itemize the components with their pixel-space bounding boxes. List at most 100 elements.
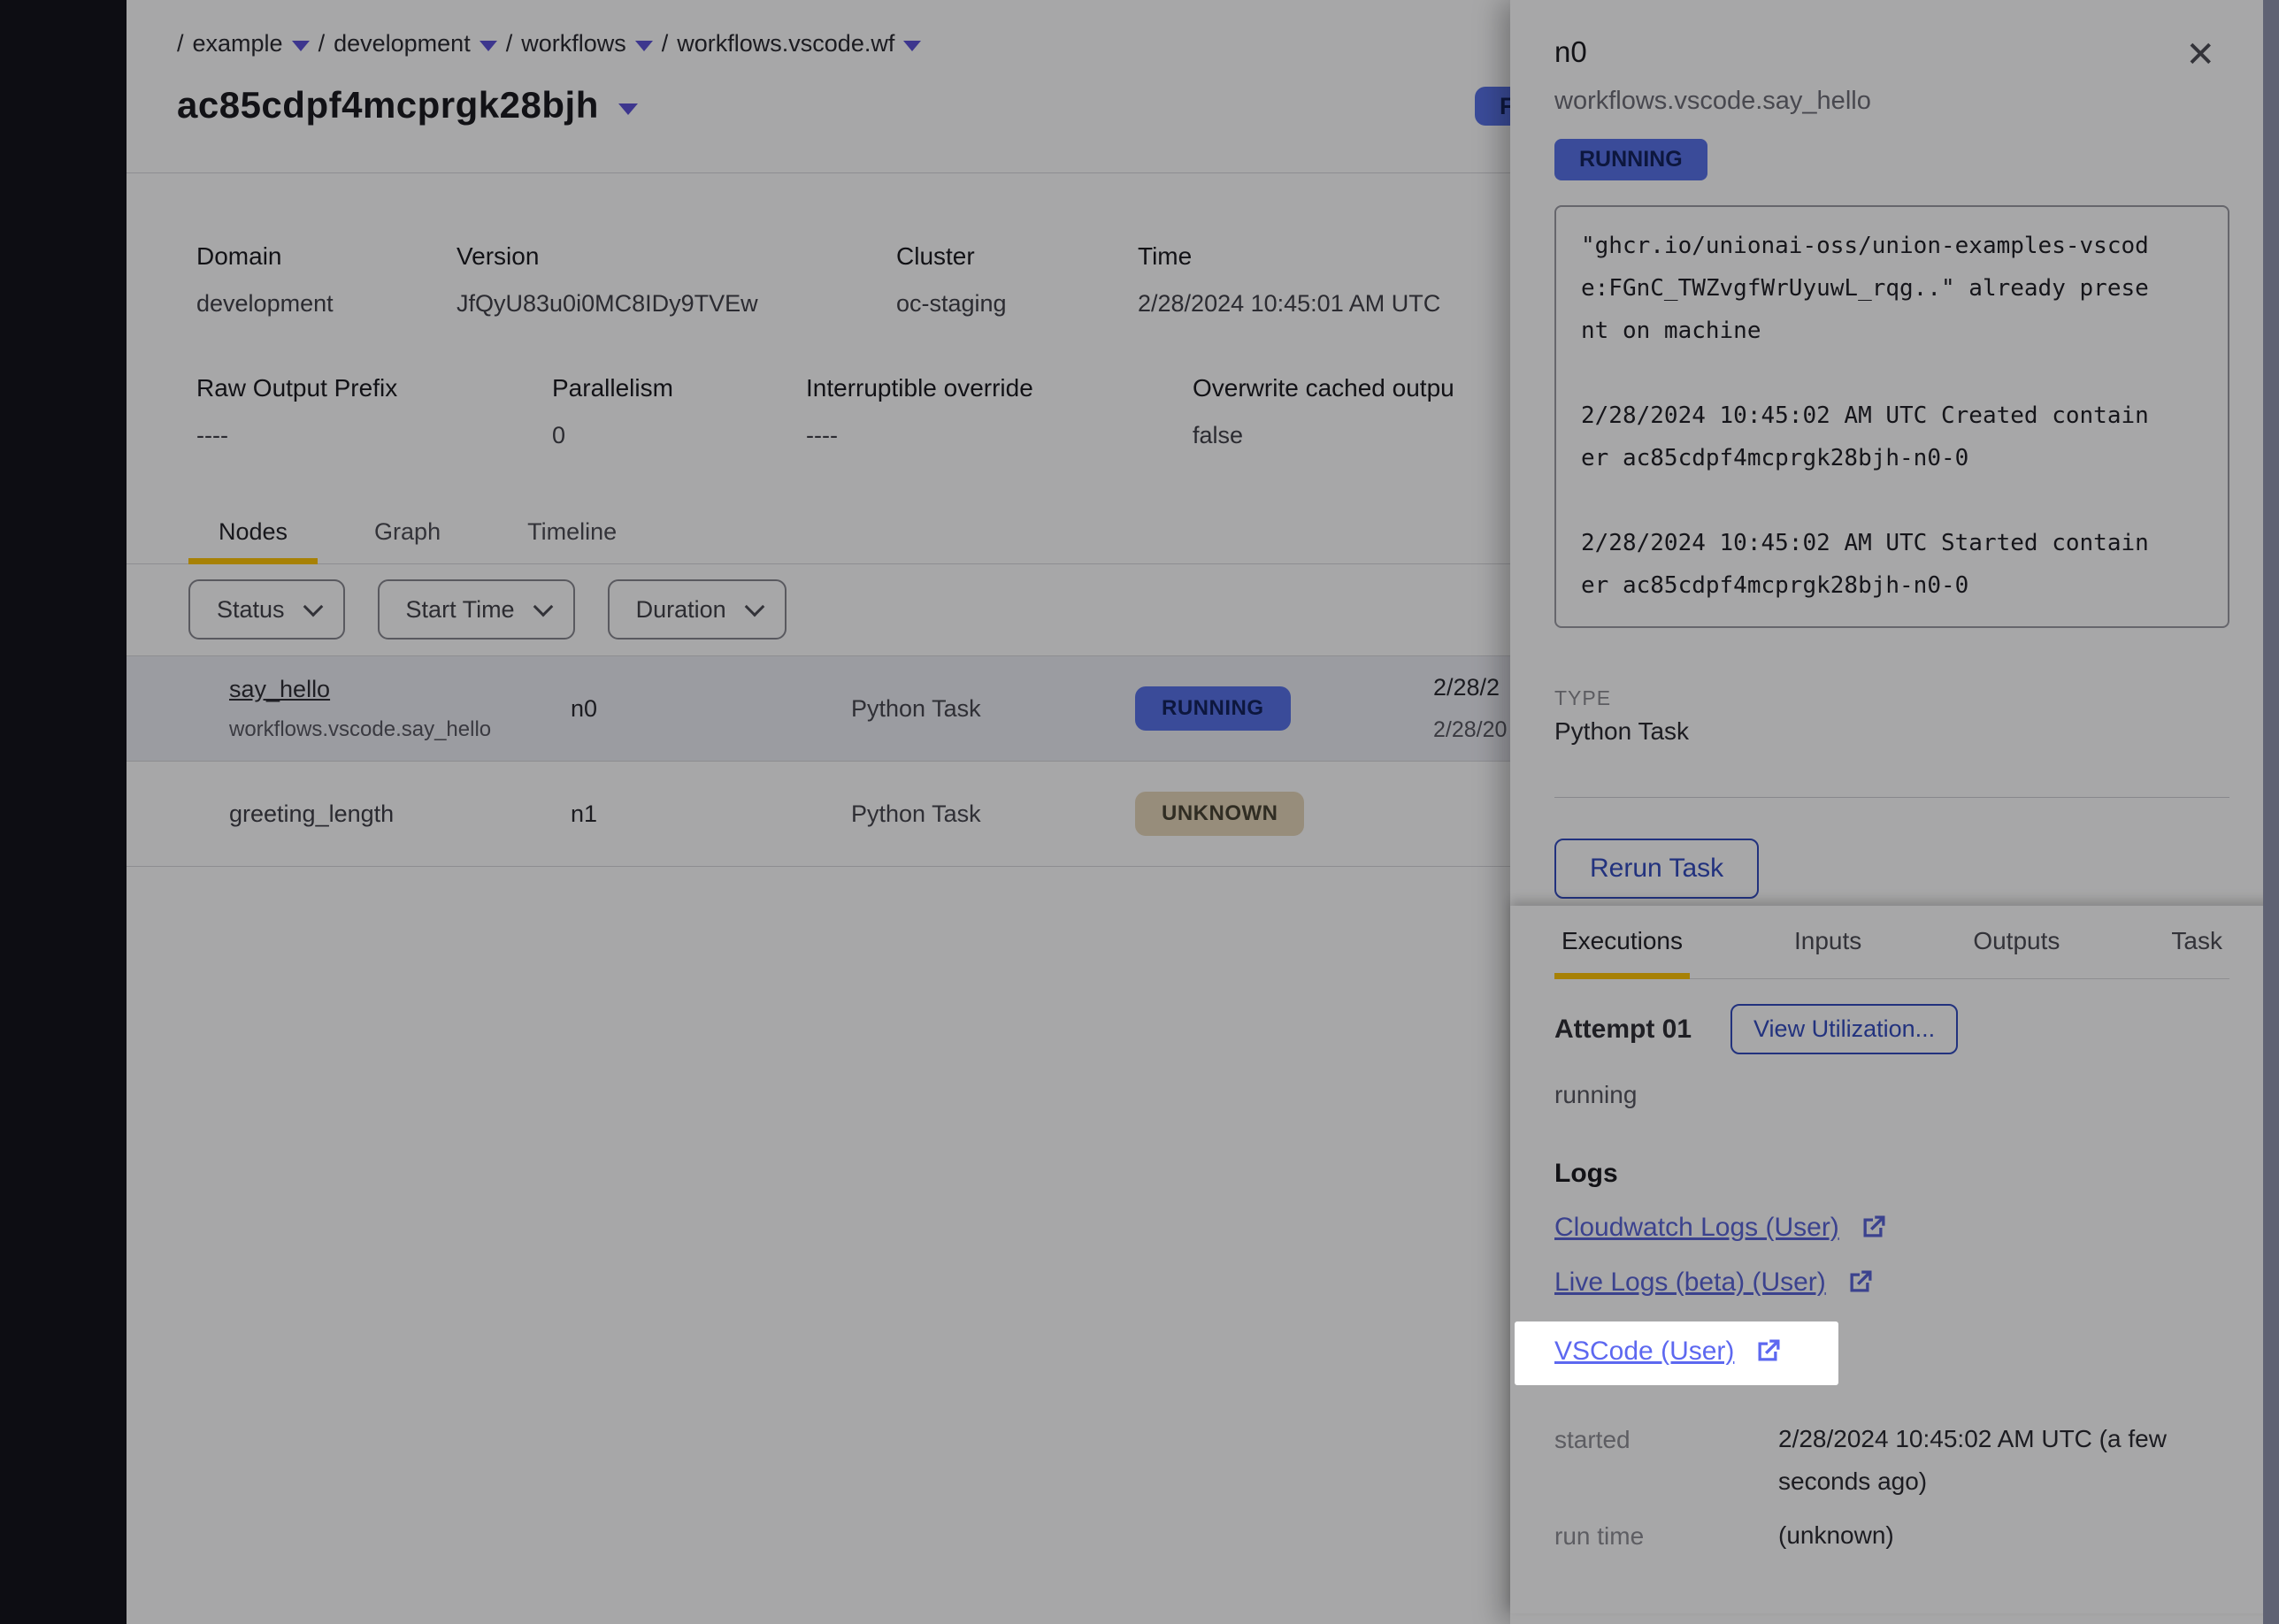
detail-value: oc-staging <box>896 290 1138 318</box>
chevron-down-icon[interactable] <box>618 103 638 115</box>
node-id-cell: n0 <box>571 695 851 723</box>
log-line: er ac85cdpf4mcprgk28bjh-n0-0 <box>1581 564 2205 607</box>
log-clipped-line: g <box>1581 211 2205 225</box>
meta-row-runtime: run time (unknown) <box>1554 1522 2229 1557</box>
node-name-link[interactable]: say_hello <box>229 676 330 702</box>
filter-duration[interactable]: Duration <box>608 579 787 640</box>
filter-label: Status <box>217 596 285 624</box>
breadcrumb-label: workflows <box>521 30 626 57</box>
external-link-icon[interactable] <box>1752 1336 1784 1367</box>
panel-bottom-section: Executions Inputs Outputs Task Attempt 0… <box>1510 906 2279 1613</box>
external-link-icon[interactable] <box>1857 1212 1889 1244</box>
type-label: TYPE <box>1554 686 2229 710</box>
execution-id-title: ac85cdpf4mcprgk28bjh <box>177 84 599 126</box>
detail-label: Time <box>1138 242 1440 271</box>
detail-value: 2/28/2024 10:45:01 AM UTC <box>1138 290 1440 318</box>
log-line: nt on machine <box>1581 310 2205 352</box>
status-badge: UNKNOWN <box>1135 792 1304 836</box>
log-line <box>1581 352 2205 395</box>
node-name-cell: greeting_length <box>229 801 571 828</box>
node-name-label: greeting_length <box>229 801 394 827</box>
tab-label: Inputs <box>1794 927 1861 954</box>
tab-nodes[interactable]: Nodes <box>188 504 318 563</box>
meta-label: started <box>1554 1426 1778 1503</box>
close-icon[interactable]: ✕ <box>2185 37 2215 73</box>
tab-label: Nodes <box>219 518 288 545</box>
detail-cluster: Cluster oc-staging <box>896 242 1138 318</box>
filter-label: Start Time <box>406 596 515 624</box>
tab-label: Task <box>2171 927 2222 954</box>
log-line: 2/28/2024 10:45:02 AM UTC Created contai… <box>1581 395 2205 437</box>
node-status-cell: UNKNOWN <box>1135 792 1433 836</box>
log-line: 2/28/2024 10:45:02 AM UTC Started contai… <box>1581 522 2205 564</box>
detail-label: Version <box>457 242 896 271</box>
type-value: Python Task <box>1554 717 2229 746</box>
node-id-cell: n1 <box>571 801 851 828</box>
view-utilization-button[interactable]: View Utilization... <box>1730 1004 1958 1054</box>
node-type-cell: Python Task <box>851 801 1135 828</box>
meta-row-started: started 2/28/2024 10:45:02 AM UTC (a few… <box>1554 1426 2229 1503</box>
detail-label: Parallelism <box>552 374 806 402</box>
node-detail-panel: n0 ✕ workflows.vscode.say_hello RUNNING … <box>1510 0 2279 1624</box>
breadcrumb-item-workflows[interactable]: workflows <box>521 30 653 57</box>
panel-top-section: n0 ✕ workflows.vscode.say_hello RUNNING … <box>1510 0 2279 899</box>
detail-value: ---- <box>196 422 552 449</box>
panel-scrollbar[interactable] <box>2263 0 2279 1624</box>
tab-label: Executions <box>1562 927 1683 954</box>
tab-task[interactable]: Task <box>2164 906 2229 978</box>
tab-executions[interactable]: Executions <box>1554 906 1690 978</box>
breadcrumb-item-project[interactable]: example <box>193 30 310 57</box>
detail-label: Overwrite cached outpu <box>1193 374 1454 402</box>
chevron-down-icon <box>303 596 323 617</box>
app-window: / example / development / workflows / wo… <box>0 0 2279 1624</box>
breadcrumb-item-domain[interactable]: development <box>334 30 497 57</box>
breadcrumb-label: workflows.vscode.wf <box>677 30 894 57</box>
filter-start-time[interactable]: Start Time <box>378 579 575 640</box>
status-badge: RUNNING <box>1554 139 1707 180</box>
detail-interruptible-override: Interruptible override ---- <box>806 374 1193 449</box>
vscode-link[interactable]: VSCode (User) <box>1554 1337 1734 1367</box>
tab-inputs[interactable]: Inputs <box>1787 906 1868 978</box>
live-logs-link[interactable]: Live Logs (beta) (User) <box>1554 1268 1826 1298</box>
detail-parallelism: Parallelism 0 <box>552 374 806 449</box>
panel-tab-bar: Executions Inputs Outputs Task <box>1554 906 2229 979</box>
tab-timeline[interactable]: Timeline <box>497 504 647 563</box>
log-line: er ac85cdpf4mcprgk28bjh-n0-0 <box>1581 437 2205 479</box>
tab-graph[interactable]: Graph <box>344 504 471 563</box>
chevron-down-icon <box>903 41 921 51</box>
detail-time: Time 2/28/2024 10:45:01 AM UTC <box>1138 242 1440 318</box>
meta-value: 2/28/2024 10:45:02 AM UTC (a few seconds… <box>1778 1418 2194 1503</box>
detail-version: Version JfQyU83u0i0MC8IDy9TVEw <box>457 242 896 318</box>
task-log-viewer[interactable]: g "ghcr.io/unionai-oss/union-examples-vs… <box>1554 205 2229 628</box>
rerun-task-button[interactable]: Rerun Task <box>1554 839 1759 899</box>
meta-value: (unknown) <box>1778 1514 1894 1557</box>
detail-value: ---- <box>806 422 1193 449</box>
detail-label: Interruptible override <box>806 374 1193 402</box>
breadcrumb-label: example <box>193 30 283 57</box>
cloudwatch-logs-link[interactable]: Cloudwatch Logs (User) <box>1554 1213 1839 1243</box>
chevron-down-icon <box>533 596 553 617</box>
chevron-down-icon <box>480 41 497 51</box>
chevron-down-icon <box>635 41 653 51</box>
node-subtitle: workflows.vscode.say_hello <box>229 717 571 742</box>
detail-label: Raw Output Prefix <box>196 374 552 402</box>
log-link-vscode-spotlight: VSCode (User) <box>1515 1321 1838 1385</box>
breadcrumb-separator: / <box>662 30 669 57</box>
node-type-cell: Python Task <box>851 695 1135 723</box>
node-status-cell: RUNNING <box>1135 686 1433 731</box>
log-line: e:FGnC_TWZvgfWrUyuwL_rqg.." already pres… <box>1581 267 2205 310</box>
tab-outputs[interactable]: Outputs <box>1966 906 2067 978</box>
panel-task-fqn: workflows.vscode.say_hello <box>1554 87 2229 116</box>
attempt-meta: started 2/28/2024 10:45:02 AM UTC (a few… <box>1554 1426 2229 1557</box>
breadcrumb-separator: / <box>318 30 326 57</box>
panel-node-title: n0 <box>1554 35 2229 69</box>
breadcrumb-item-workflow-name[interactable]: workflows.vscode.wf <box>677 30 921 57</box>
detail-label: Domain <box>196 242 457 271</box>
active-tab-underline <box>1554 973 1690 979</box>
log-link-cloudwatch: Cloudwatch Logs (User) <box>1554 1212 1889 1244</box>
filter-status[interactable]: Status <box>188 579 345 640</box>
external-link-icon[interactable] <box>1844 1267 1876 1298</box>
log-line: "ghcr.io/unionai-oss/union-examples-vsco… <box>1581 225 2205 267</box>
attempt-title: Attempt 01 <box>1554 1015 1692 1045</box>
log-line <box>1581 479 2205 522</box>
